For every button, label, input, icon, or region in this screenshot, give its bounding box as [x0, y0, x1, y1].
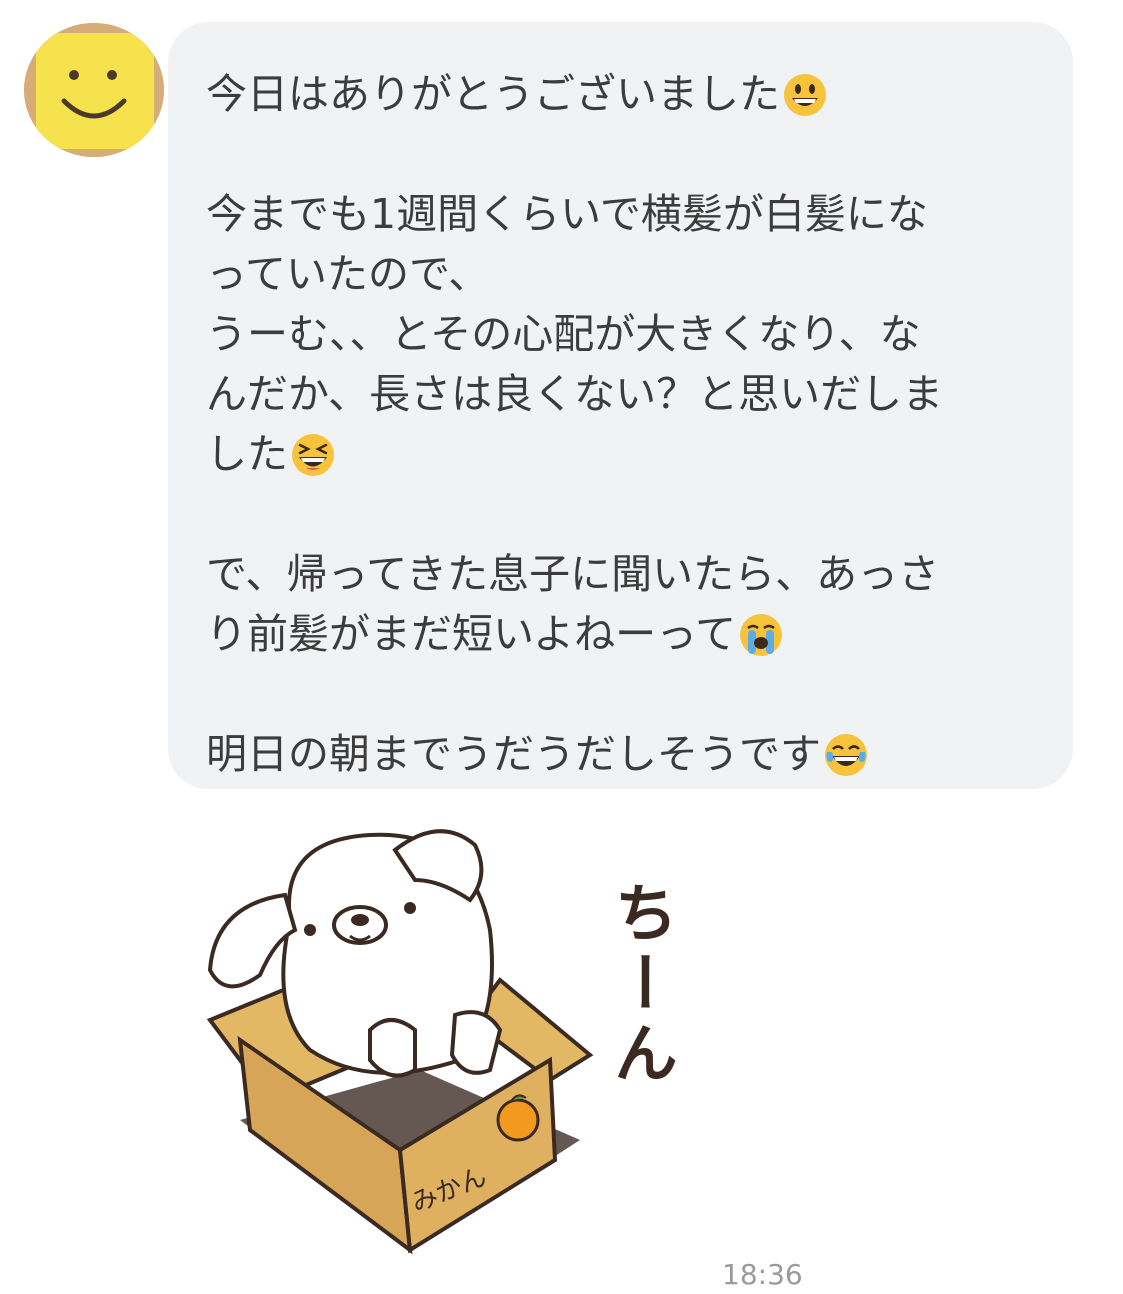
message-line: んだか、長さは良くない？と思いだしま [206, 370, 944, 418]
message-bubble[interactable]: 今日はありがとうございました 今までも1週間くらいで横髪が白髪にな っていたので… [168, 22, 1073, 789]
message-line [206, 484, 1033, 544]
tears-of-joy-face-icon [823, 732, 869, 778]
message-line [206, 664, 1033, 724]
message-line: で、帰ってきた息子に聞いたら、あっさ [206, 550, 940, 598]
grinning-squinting-face-icon [290, 432, 336, 478]
smiley-face-icon [24, 23, 164, 157]
message-line: した [206, 424, 1033, 484]
message-line: 今日はありがとうございました [206, 64, 1033, 124]
loudly-crying-face-icon [738, 612, 784, 658]
dog-in-box-sticker: みかん ちーん [206, 829, 677, 1255]
message-line [206, 124, 1033, 184]
message-line: っていたので、 [206, 250, 490, 298]
grinning-face-icon [782, 72, 828, 118]
sticker[interactable]: みかん ちーん [200, 820, 680, 1270]
message-line: り前髪がまだ短いよねーって [206, 604, 1033, 664]
avatar[interactable] [24, 23, 164, 157]
message-line: 明日の朝までうだうだしそうです [206, 724, 1033, 784]
message-line: 今までも1週間くらいで横髪が白髪にな [206, 190, 928, 238]
message-line: うーむ、、とその心配が大きくなり、な [206, 310, 921, 358]
sticker-caption: ちーん [603, 880, 677, 1090]
message-timestamp: 18:36 [722, 1258, 803, 1291]
